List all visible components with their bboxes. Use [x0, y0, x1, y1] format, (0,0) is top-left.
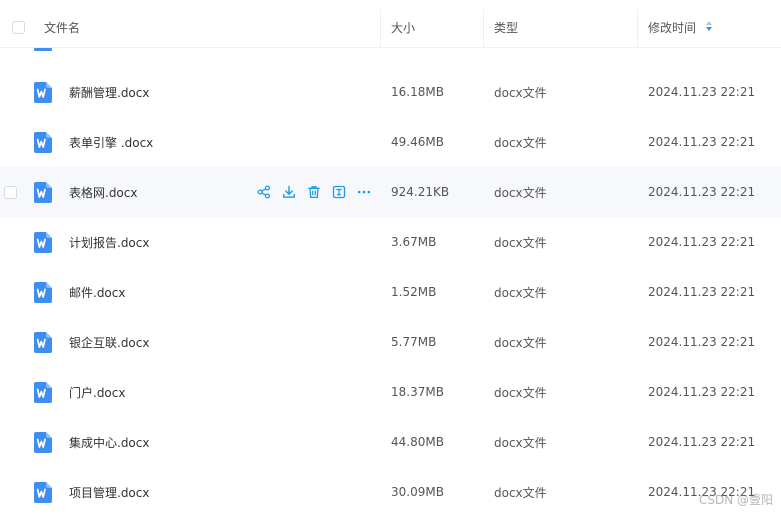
- column-header-modified[interactable]: 修改时间: [648, 7, 714, 47]
- row-checkbox[interactable]: [4, 317, 18, 367]
- file-type: docx文件: [494, 385, 547, 400]
- file-size: 16.18MB: [391, 85, 444, 99]
- row-checkbox[interactable]: [4, 417, 18, 467]
- file-modified: 2024.11.23 22:21: [648, 185, 756, 199]
- file-size: 30.09MB: [391, 485, 444, 499]
- sort-desc-icon[interactable]: [706, 21, 714, 33]
- select-all-checkbox[interactable]: [12, 7, 25, 47]
- file-size: 18.37MB: [391, 385, 444, 399]
- more-icon[interactable]: [356, 184, 372, 200]
- file-modified: 2024.11.23 22:21: [648, 385, 756, 399]
- file-type: docx文件: [494, 285, 547, 300]
- column-header-modified-label: 修改时间: [648, 20, 697, 35]
- column-header-name[interactable]: 文件名: [44, 7, 80, 47]
- watermark: CSDN @壹阳: [698, 493, 773, 507]
- row-checkbox[interactable]: [4, 267, 18, 317]
- column-divider[interactable]: [637, 9, 638, 47]
- word-file-icon: [34, 417, 52, 467]
- table-row[interactable]: 计划报告.docx 3.67MB docx文件 2024.11.23 22:21: [0, 217, 781, 267]
- file-size: 49.46MB: [391, 135, 444, 149]
- row-checkbox[interactable]: [4, 217, 18, 267]
- file-type: docx文件: [494, 435, 547, 450]
- word-file-icon: [34, 117, 52, 167]
- file-size: 1.52MB: [391, 285, 437, 299]
- file-name[interactable]: 集成中心.docx: [69, 417, 149, 467]
- column-header-type[interactable]: 类型: [494, 7, 518, 47]
- file-modified: 2024.11.23 22:21: [648, 335, 756, 349]
- download-icon[interactable]: [281, 184, 297, 200]
- file-name[interactable]: 门户.docx: [69, 367, 125, 417]
- file-name[interactable]: 项目管理.docx: [69, 467, 149, 517]
- file-type: docx文件: [494, 85, 547, 100]
- file-modified: 2024.11.23 22:21: [648, 85, 756, 99]
- file-name[interactable]: 表单引擎 .docx: [69, 117, 153, 167]
- word-file-icon: [34, 217, 52, 267]
- file-name[interactable]: 表格网.docx: [69, 167, 137, 217]
- word-file-icon: [34, 367, 52, 417]
- file-type: docx文件: [494, 485, 547, 500]
- delete-icon[interactable]: [306, 184, 322, 200]
- file-size: 924.21KB: [391, 185, 450, 199]
- file-size: 44.80MB: [391, 435, 444, 449]
- table-row[interactable]: 项目管理.docx 30.09MB docx文件 2024.11.23 22:2…: [0, 467, 781, 517]
- file-modified: 2024.11.23 22:21: [648, 235, 756, 249]
- file-name[interactable]: 邮件.docx: [69, 267, 125, 317]
- file-name[interactable]: 薪酬管理.docx: [69, 67, 149, 117]
- file-type: docx文件: [494, 335, 547, 350]
- file-type: docx文件: [494, 235, 547, 250]
- file-size: 3.67MB: [391, 235, 437, 249]
- file-type: docx文件: [494, 135, 547, 150]
- word-file-icon: [34, 467, 52, 517]
- column-divider[interactable]: [380, 9, 381, 47]
- table-header: 文件名 大小 类型 修改时间: [0, 7, 781, 48]
- row-checkbox[interactable]: [4, 467, 18, 517]
- row-checkbox-box[interactable]: [4, 185, 17, 199]
- row-checkbox[interactable]: [4, 117, 18, 167]
- share-icon[interactable]: [256, 184, 272, 200]
- table-row[interactable]: 集成中心.docx 44.80MB docx文件 2024.11.23 22:2…: [0, 417, 781, 467]
- file-modified: 2024.11.23 22:21: [648, 285, 756, 299]
- word-file-icon: [34, 317, 52, 367]
- row-checkbox[interactable]: [4, 67, 18, 117]
- word-file-icon: [34, 67, 52, 117]
- file-type: docx文件: [494, 185, 547, 200]
- row-checkbox[interactable]: [4, 167, 18, 217]
- rename-icon[interactable]: [331, 184, 347, 200]
- table-row[interactable]: 门户.docx 18.37MB docx文件 2024.11.23 22:21: [0, 367, 781, 417]
- table-row[interactable]: 邮件.docx 1.52MB docx文件 2024.11.23 22:21: [0, 267, 781, 317]
- word-file-icon: [34, 167, 52, 217]
- scrolled-row-edge: [0, 48, 781, 52]
- file-name[interactable]: 计划报告.docx: [69, 217, 149, 267]
- file-size: 5.77MB: [391, 335, 437, 349]
- word-file-icon: [34, 267, 52, 317]
- row-checkbox[interactable]: [4, 367, 18, 417]
- row-actions: [256, 167, 381, 217]
- table-row-hovered[interactable]: 表格网.docx 924.21KB docx文件 2024.11.23 22:2…: [0, 167, 781, 217]
- column-header-size[interactable]: 大小: [391, 7, 415, 47]
- file-modified: 2024.11.23 22:21: [648, 135, 756, 149]
- table-row[interactable]: 表单引擎 .docx 49.46MB docx文件 2024.11.23 22:…: [0, 117, 781, 167]
- table-row[interactable]: 薪酬管理.docx 16.18MB docx文件 2024.11.23 22:2…: [0, 67, 781, 117]
- file-name[interactable]: 银企互联.docx: [69, 317, 149, 367]
- table-row[interactable]: 银企互联.docx 5.77MB docx文件 2024.11.23 22:21: [0, 317, 781, 367]
- file-modified: 2024.11.23 22:21: [648, 435, 756, 449]
- column-divider[interactable]: [483, 9, 484, 47]
- file-table: 文件名 大小 类型 修改时间 薪酬管理.docx 16.18MB docx文件 …: [0, 0, 781, 514]
